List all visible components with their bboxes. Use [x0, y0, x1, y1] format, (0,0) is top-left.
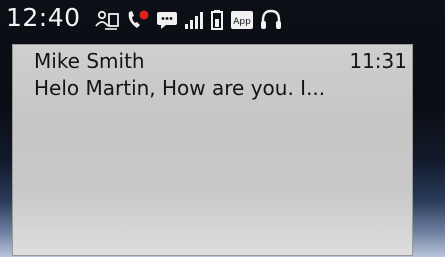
- status-icons: App: [94, 8, 282, 32]
- screen: 12:40 App Mike Smith 11:31 Helo Martin, …: [0, 0, 445, 257]
- headset-icon: [260, 9, 282, 31]
- app-icon-label: App: [233, 17, 251, 27]
- missed-call-icon: [126, 9, 150, 31]
- message-sender: Mike Smith: [34, 49, 145, 73]
- status-clock: 12:40: [6, 3, 81, 32]
- message-time: 11:31: [349, 49, 407, 73]
- message-preview: Helo Martin, How are you. I...: [34, 76, 326, 100]
- status-bar: 12:40 App: [0, 0, 445, 40]
- contacts-transfer-icon: [94, 9, 120, 31]
- app-icon: App: [230, 10, 254, 30]
- message-icon: [156, 10, 178, 30]
- message-notification[interactable]: Mike Smith 11:31 Helo Martin, How are yo…: [12, 44, 413, 256]
- battery-icon: [210, 9, 224, 31]
- signal-icon: [184, 10, 204, 30]
